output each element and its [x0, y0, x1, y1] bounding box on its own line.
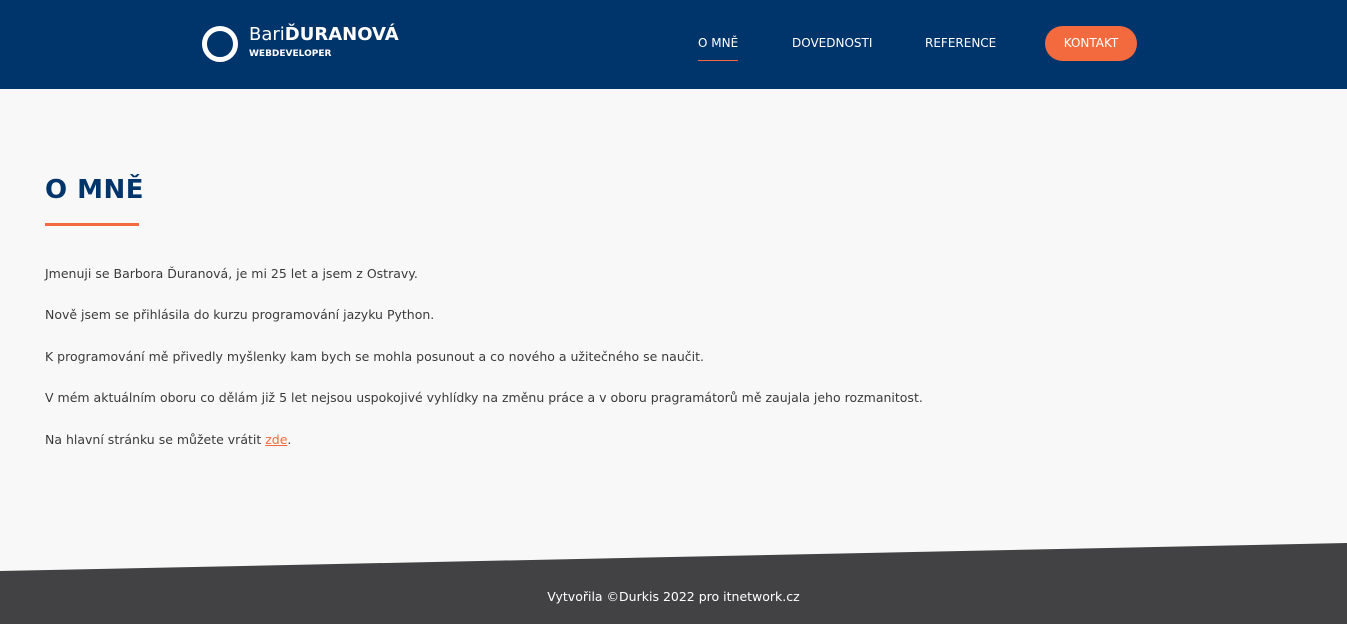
back-suffix: .: [287, 432, 292, 447]
footer-slant-shape: [0, 543, 1347, 624]
paragraph-back: Na hlavní stránku se můžete vrátit zde.: [45, 432, 291, 448]
nav-link-about[interactable]: O MNĚ: [698, 35, 739, 61]
logo-first-name: Bari: [249, 24, 285, 45]
paragraph-intro: Jmenuji se Barbora Ďuranová, je mi 25 le…: [45, 266, 418, 281]
nav-link-about-label: O MNĚ: [698, 36, 739, 50]
contact-button[interactable]: KONTAKT: [1045, 26, 1137, 61]
back-home-link[interactable]: zde: [265, 432, 287, 447]
logo-last-name: ĎURANOVÁ: [284, 24, 399, 45]
title-underline: [45, 223, 139, 226]
logo-subtitle: WEBDEVELOPER: [249, 49, 332, 59]
nav-link-skills[interactable]: DOVEDNOSTI: [792, 35, 872, 51]
paragraph-course: Nově jsem se přihlásila do kurzu program…: [45, 307, 435, 322]
back-text: Na hlavní stránku se můžete vrátit: [45, 432, 266, 447]
page-title: O MNĚ: [45, 175, 145, 205]
footer-credit: Vytvořila ©Durkis 2022 pro itnetwork.cz: [547, 589, 800, 604]
paragraph-career: V mém aktuálním oboru co dělám již 5 let…: [45, 390, 923, 405]
footer-background: [0, 543, 1347, 624]
nav-active-indicator: [698, 60, 739, 61]
paragraph-motivation: K programování mě přivedly myšlenky kam …: [45, 349, 704, 364]
site-header: BariĎURANOVÁ WEBDEVELOPER O MNĚ DOVEDNOS…: [0, 0, 1347, 89]
logo-ring-icon: [202, 26, 238, 62]
logo-name: BariĎURANOVÁ: [249, 24, 399, 46]
nav-link-references[interactable]: REFERENCE: [925, 35, 996, 51]
